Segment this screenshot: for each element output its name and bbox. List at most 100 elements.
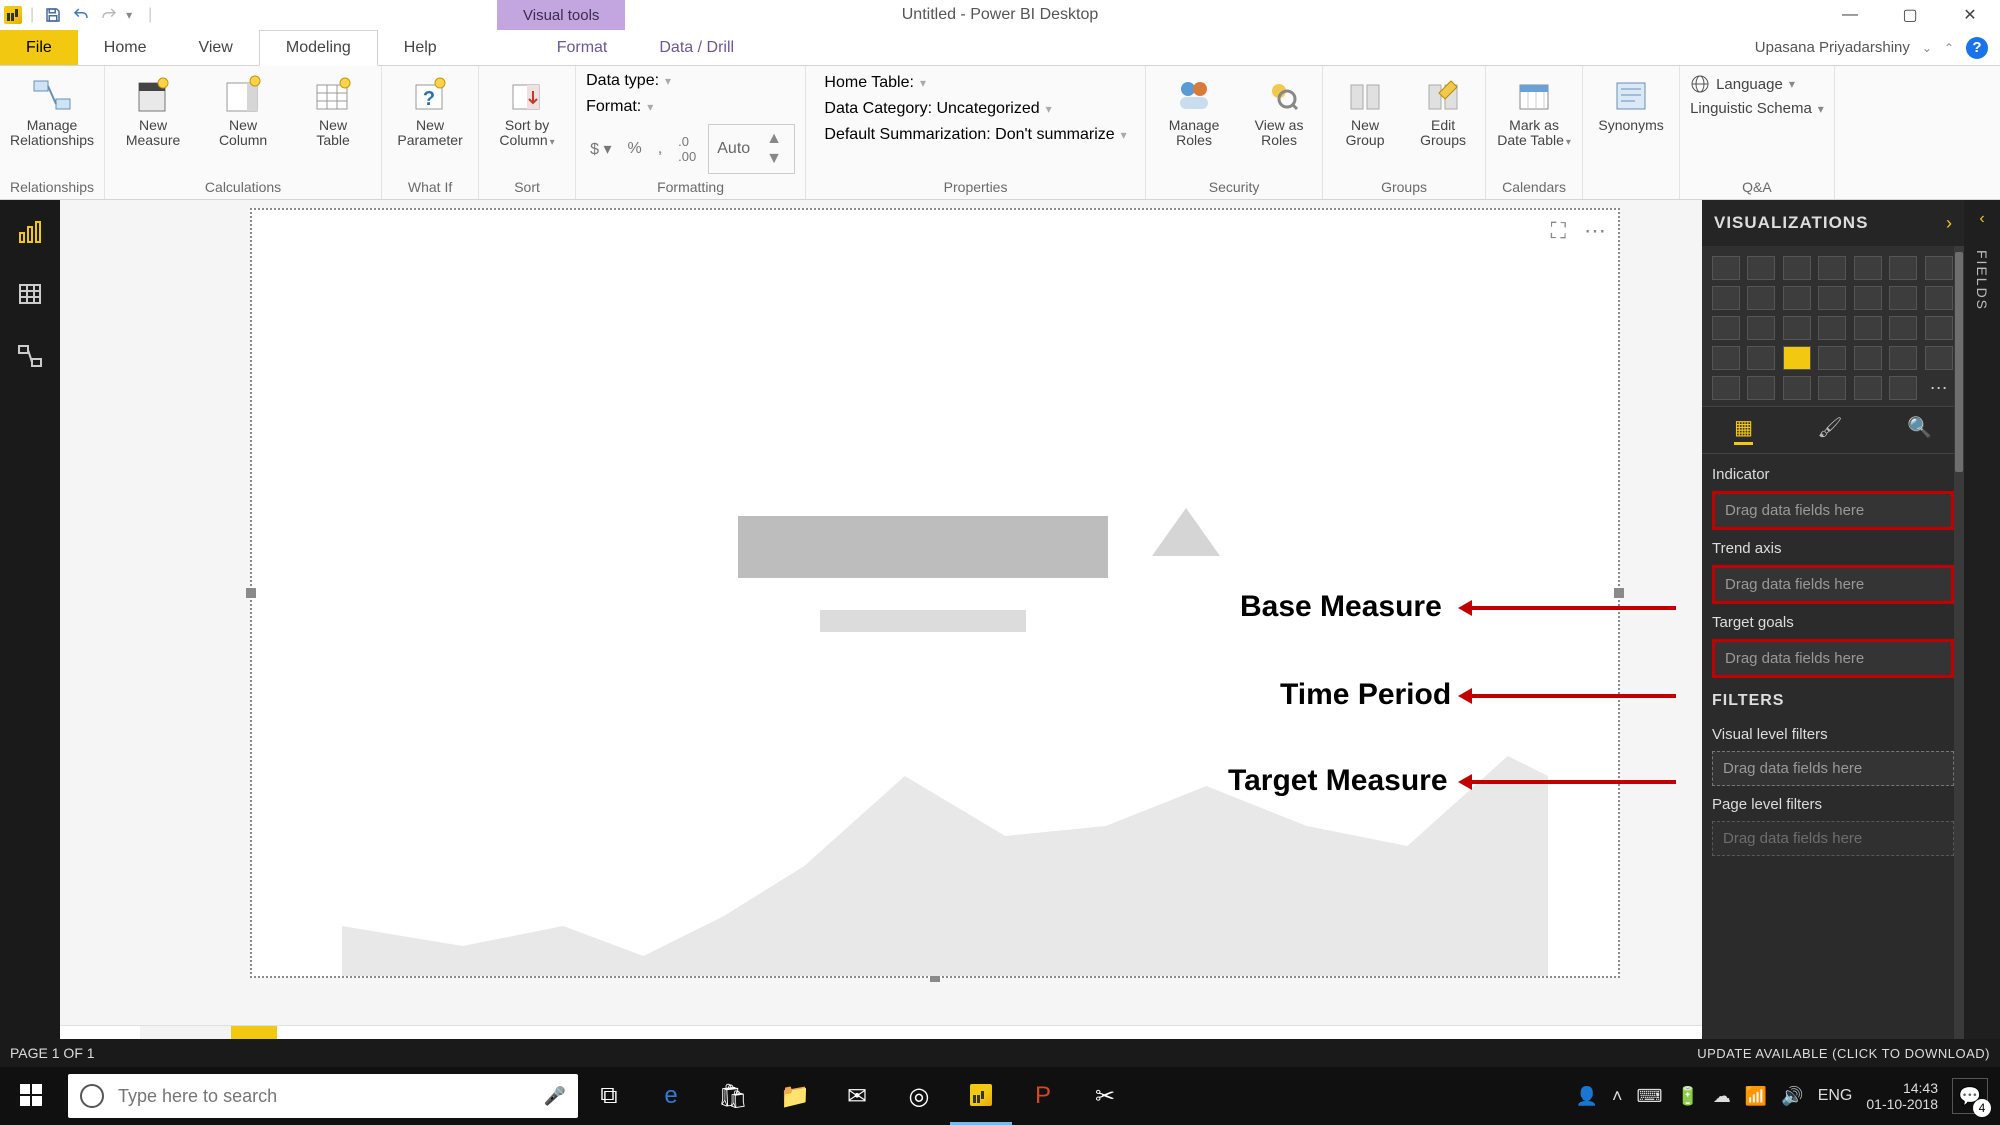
page-filters-drop[interactable]: Drag data fields here [1712,821,1954,856]
resize-handle-left[interactable] [246,588,256,598]
viz-line-stacked-column-icon[interactable] [1783,286,1811,310]
battery-icon[interactable]: 🔋 [1676,1086,1698,1107]
viz-area-icon[interactable] [1712,286,1740,310]
tab-data-drill[interactable]: Data / Drill [633,30,760,65]
viz-custom-icon[interactable] [1889,376,1917,400]
viz-clustered-bar-icon[interactable] [1783,256,1811,280]
powerbi-taskbar-icon[interactable] [950,1067,1012,1125]
start-button[interactable] [0,1067,64,1125]
clock[interactable]: 14:43 01-10-2018 [1866,1080,1938,1112]
wifi-icon[interactable]: 📶 [1745,1086,1767,1107]
search-input[interactable] [118,1086,530,1107]
update-available-link[interactable]: UPDATE AVAILABLE (CLICK TO DOWNLOAD) [1697,1046,1990,1061]
tab-modeling[interactable]: Modeling [259,30,378,66]
tab-format[interactable]: Format [531,30,634,65]
viz-card-icon[interactable] [1712,346,1740,370]
snipping-tool-icon[interactable]: ✂ [1074,1067,1136,1125]
viz-python-icon[interactable] [1783,376,1811,400]
viz-scatter-icon[interactable] [1925,286,1953,310]
more-options-icon[interactable]: ⋯ [1584,218,1606,244]
taskbar-search[interactable]: 🎤 [68,1074,578,1118]
tab-home[interactable]: Home [78,30,173,65]
scrollbar-thumb[interactable] [1955,252,1963,472]
synonyms-button[interactable]: Synonyms [1593,74,1669,133]
store-icon[interactable]: 🛍 [702,1067,764,1125]
viz-stacked-area-icon[interactable] [1747,286,1775,310]
format-mode-icon[interactable]: 🖌 [1817,415,1842,445]
viz-stacked-bar-icon[interactable] [1712,256,1740,280]
report-canvas[interactable]: ⛶ ⋯ Base Measure Time Period Target Meas… [60,200,1702,1025]
mail-icon[interactable]: ✉ [826,1067,888,1125]
sort-by-column-button[interactable]: Sort by Column [489,74,565,149]
mark-date-table-button[interactable]: Mark as Date Table [1496,74,1572,149]
well-drop-indicator[interactable]: Drag data fields here [1712,491,1954,530]
tab-file[interactable]: File [0,30,78,65]
viz-gauge-icon[interactable] [1925,316,1953,340]
linguistic-schema-dropdown[interactable]: Linguistic Schema▾ [1690,100,1824,117]
viz-100-stacked-column-icon[interactable] [1889,256,1917,280]
viz-slicer-icon[interactable] [1818,346,1846,370]
viz-arcgis-icon[interactable] [1712,376,1740,400]
keyboard-icon[interactable]: ⌨ [1636,1086,1662,1107]
qat-customize-dropdown-icon[interactable]: ▾ [126,8,140,22]
new-group-button[interactable]: New Group [1333,74,1397,149]
viz-shape-map-icon[interactable] [1747,376,1775,400]
new-parameter-button[interactable]: ?New Parameter [392,74,468,149]
thousands-button[interactable]: , [654,138,666,160]
ribbon-collapse-icon[interactable]: ⌃ [1944,41,1954,55]
expand-fields-icon[interactable]: ‹ [1979,210,1984,228]
percent-button[interactable]: % [623,138,645,160]
viz-waterfall-icon[interactable] [1889,286,1917,310]
minimize-button[interactable]: — [1820,0,1880,30]
home-table-dropdown[interactable]: Home Table:▾ [824,74,926,92]
viz-key-influencers-icon[interactable] [1818,376,1846,400]
viz-clustered-column-icon[interactable] [1818,256,1846,280]
save-icon[interactable] [42,4,64,26]
user-dropdown-icon[interactable]: ⌄ [1922,41,1932,55]
viz-matrix-icon[interactable] [1889,346,1917,370]
user-name[interactable]: Upasana Priyadarshiny [1755,39,1910,56]
undo-icon[interactable] [70,4,92,26]
pane-scrollbar[interactable] [1954,246,1964,1067]
edit-groups-button[interactable]: Edit Groups [1411,74,1475,149]
manage-relationships-button[interactable]: Manage Relationships [14,74,90,149]
visual-filters-drop[interactable]: Drag data fields here [1712,751,1954,786]
viz-donut-icon[interactable] [1747,316,1775,340]
people-icon[interactable]: 👤 [1576,1086,1598,1107]
auto-decimals-input[interactable]: Auto▲▼ [708,124,795,174]
viz-line-icon[interactable] [1925,256,1953,280]
onedrive-icon[interactable]: ☁ [1713,1086,1731,1107]
viz-stacked-column-icon[interactable] [1747,256,1775,280]
task-view-icon[interactable]: ⧉ [578,1067,640,1125]
chrome-icon[interactable]: ◎ [888,1067,950,1125]
viz-table-icon[interactable] [1854,346,1882,370]
well-drop-target-goals[interactable]: Drag data fields here [1712,639,1954,678]
default-summarization-dropdown[interactable]: Default Summarization: Don't summarize▾ [824,126,1126,144]
well-drop-trend-axis[interactable]: Drag data fields here [1712,565,1954,604]
viz-funnel-icon[interactable] [1889,316,1917,340]
fields-mode-icon[interactable]: ▦ [1734,415,1753,445]
format-dropdown[interactable]: Format:▾ [586,98,653,116]
spinner-icon[interactable]: ▲▼ [758,127,790,171]
tab-help[interactable]: Help [378,30,463,65]
help-icon[interactable]: ? [1966,37,1988,59]
viz-map-icon[interactable] [1818,316,1846,340]
viz-r-icon[interactable] [1925,346,1953,370]
viz-line-clustered-column-icon[interactable] [1818,286,1846,310]
file-explorer-icon[interactable]: 📁 [764,1067,826,1125]
focus-mode-icon[interactable]: ⛶ [1551,218,1566,244]
decimal-places-button[interactable]: .0.00 [674,132,700,166]
tab-view[interactable]: View [172,30,258,65]
viz-import-more-icon[interactable]: ⋯ [1925,376,1953,400]
viz-filled-map-icon[interactable] [1854,316,1882,340]
close-button[interactable]: ✕ [1940,0,2000,30]
viz-pie-icon[interactable] [1712,316,1740,340]
collapse-pane-icon[interactable]: › [1946,213,1952,234]
data-type-dropdown[interactable]: Data type:▾ [586,72,671,90]
data-view-button[interactable] [12,276,48,312]
redo-icon[interactable] [98,4,120,26]
data-category-dropdown[interactable]: Data Category: Uncategorized▾ [824,100,1051,118]
viz-line-alt-icon[interactable] [1854,376,1882,400]
viz-kpi-icon[interactable] [1783,346,1811,370]
viz-100-stacked-bar-icon[interactable] [1854,256,1882,280]
